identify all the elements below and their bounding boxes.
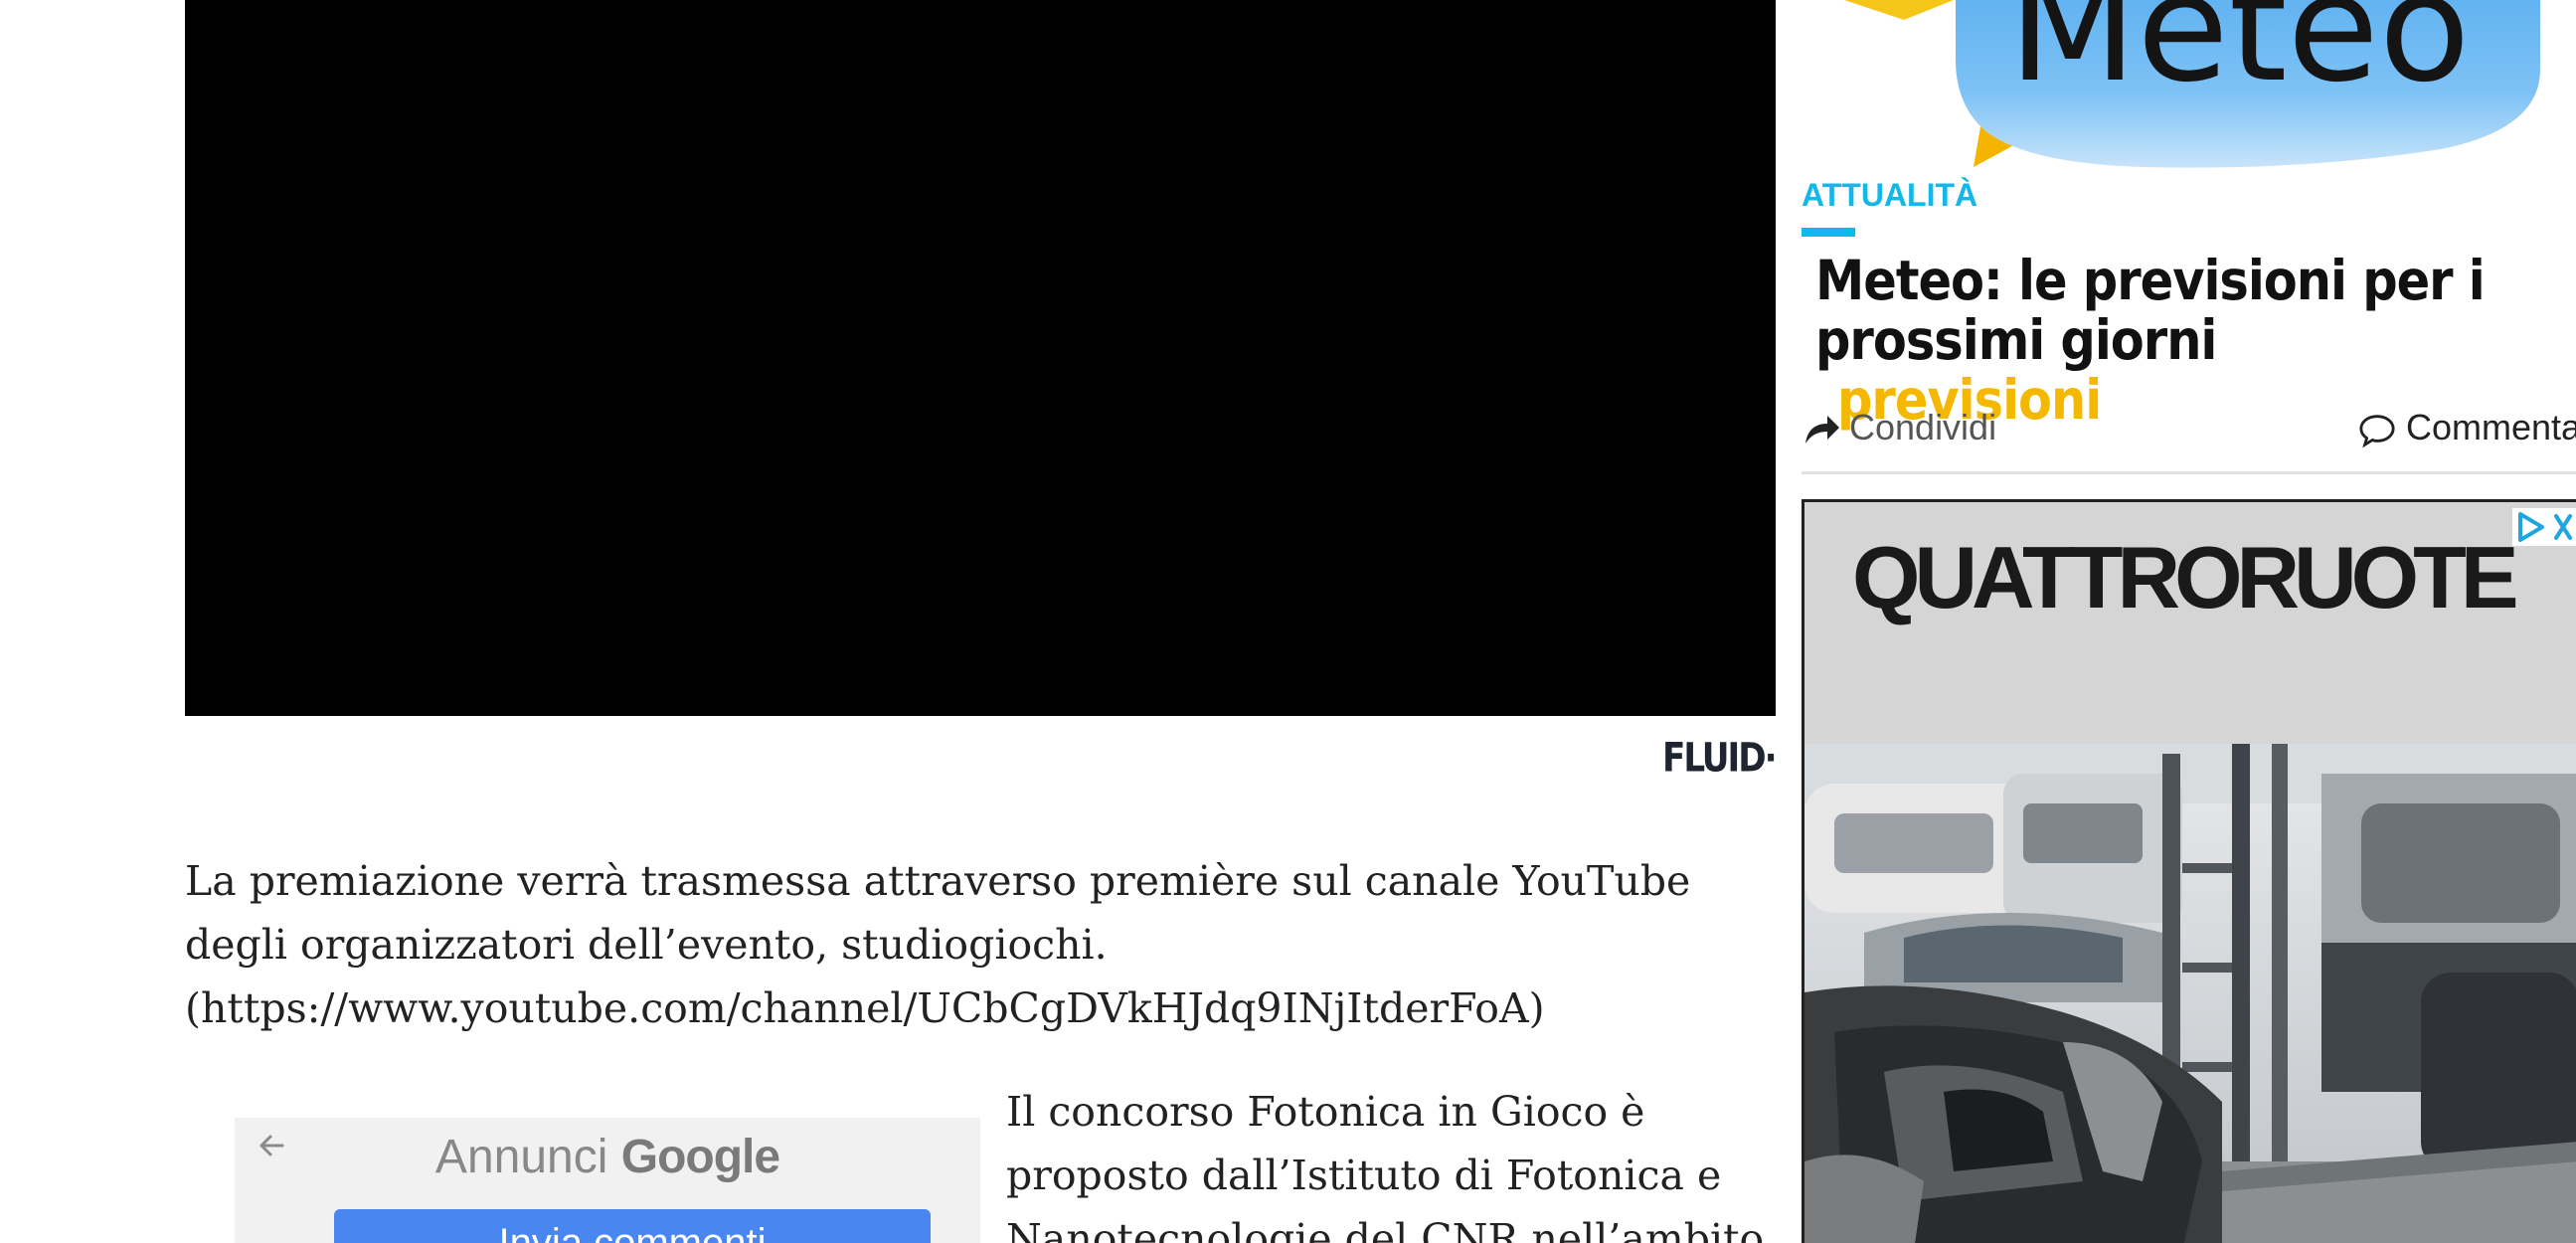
sidebar-divider xyxy=(1802,471,2576,474)
ad-brand-logo: QUATTRORUOTE xyxy=(1852,528,2519,626)
article-paragraph: La premiazione verrà trasmessa attravers… xyxy=(185,849,1776,1040)
paragraph-line: Nanotecnologie del CNR nell’ambito xyxy=(1006,1215,1765,1243)
share-button[interactable]: Condividi xyxy=(1802,402,1996,453)
paragraph-line: La premiazione verrà trasmessa attravers… xyxy=(185,857,1691,905)
send-feedback-button[interactable]: Invia commenti xyxy=(334,1209,931,1243)
meteo-thumbnail[interactable]: Meteo xyxy=(1804,0,2576,169)
ad-header: Annunci Google xyxy=(235,1128,980,1187)
category-underline xyxy=(1802,228,1855,237)
quattroruote-ad[interactable]: QUATTRORUOTE xyxy=(1802,499,2576,1243)
burned-car-photo xyxy=(1804,744,2576,1243)
category-label[interactable]: ATTUALITÀ xyxy=(1802,175,1977,215)
share-icon xyxy=(1805,416,1839,444)
share-label: Condividi xyxy=(1849,407,1997,447)
youtube-channel-link[interactable]: (https://www.youtube.com/channel/UCbCgDV… xyxy=(185,977,1776,1040)
paragraph-line: Il concorso Fotonica in Gioco è xyxy=(1006,1088,1645,1136)
comment-label: Commenta xyxy=(2406,407,2576,447)
article-paragraph: Il concorso Fotonica in Gioco è proposto… xyxy=(1006,1080,1782,1243)
video-player[interactable] xyxy=(185,0,1776,716)
paragraph-line: proposto dall’Istituto di Fotonica e xyxy=(1006,1152,1722,1199)
comment-icon xyxy=(2359,415,2395,448)
title-line: Meteo: le previsioni per i xyxy=(1815,249,2486,312)
google-logo: Google xyxy=(620,1131,780,1183)
comment-button[interactable]: Commenta xyxy=(2358,402,2576,453)
fluid-logo: FLUID· xyxy=(1662,734,1778,782)
meteo-thumbnail-text: Meteo xyxy=(2008,0,2471,115)
title-line: prossimi giorni xyxy=(1815,308,2217,372)
paragraph-line: degli organizzatori dell’evento, studiog… xyxy=(185,921,1108,969)
ad-label: Annunci xyxy=(434,1131,608,1183)
ad-choices-icon[interactable] xyxy=(2512,508,2576,546)
google-ad-panel: Annunci Google Invia commenti xyxy=(235,1118,980,1243)
